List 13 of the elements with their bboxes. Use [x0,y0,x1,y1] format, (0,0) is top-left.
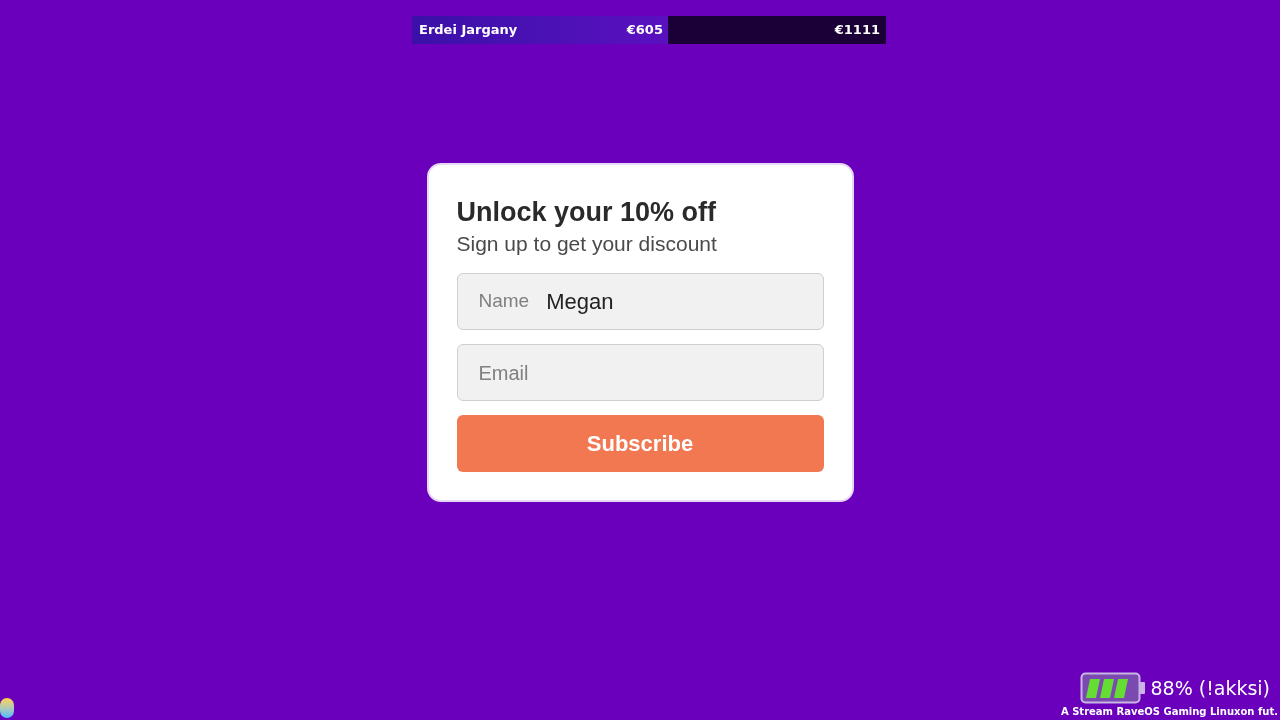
battery-label: 88% (!akksi) [1150,675,1270,701]
caption: A Stream RaveOS Gaming Linuxon fut. [1060,705,1278,719]
card-title: Unlock your 10% off [456,196,718,229]
text-field[interactable]: Name Megan [456,273,824,330]
raised-amount: €605 [626,21,663,40]
input-field[interactable]: Megan [546,285,802,318]
text-field[interactable]: Email [456,344,824,401]
field-label: Name [478,289,530,314]
input-field[interactable]: Email [478,356,802,389]
goal-name: Erdei Jargany [419,21,518,40]
goal-amount: €1111 [834,21,880,40]
card-subtitle: Sign up to get your discount [456,231,718,257]
battery-icon [1080,672,1147,704]
